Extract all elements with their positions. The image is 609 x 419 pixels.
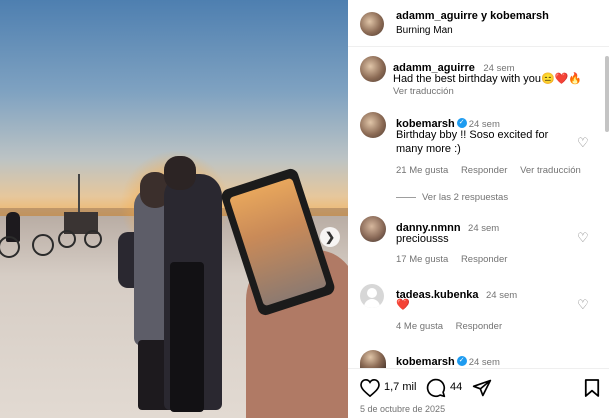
comment-reply-button[interactable]: Responder bbox=[461, 165, 507, 176]
default-avatar-icon[interactable] bbox=[360, 284, 384, 308]
bike-wheel bbox=[32, 234, 54, 256]
comment-actions: 17 Me gusta Responder bbox=[396, 254, 507, 265]
avatar[interactable] bbox=[360, 12, 384, 36]
caption-emojis: 😑❤️🔥 bbox=[540, 73, 583, 85]
view-replies-label[interactable]: Ver las 2 respuestas bbox=[422, 192, 508, 203]
comment-header: tadeas.kubenka 24 sem bbox=[396, 285, 517, 303]
view-replies[interactable]: Ver las 2 respuestas bbox=[396, 192, 508, 203]
person-right-legs bbox=[170, 262, 204, 412]
verified-badge-icon: ✓ bbox=[456, 117, 467, 128]
comment-text: preciousss bbox=[396, 233, 449, 245]
comment-likes[interactable]: 21 Me gusta bbox=[396, 165, 448, 176]
comment-count[interactable]: 44 bbox=[450, 381, 462, 393]
post-header: adamm_aguirre y kobemarsh Burning Man bbox=[348, 0, 609, 47]
divider-line bbox=[396, 196, 416, 198]
comment-time[interactable]: 24 sem bbox=[469, 357, 500, 368]
cart-wheel bbox=[84, 230, 102, 248]
next-image-button[interactable]: ❯ bbox=[320, 227, 340, 247]
flag-pole bbox=[78, 174, 80, 212]
comment-username[interactable]: kobemarsh bbox=[396, 356, 455, 368]
person-right-head bbox=[164, 156, 196, 190]
post-photo[interactable]: ❯ bbox=[0, 0, 348, 418]
caption-text: Had the best birthday with you😑❤️🔥 bbox=[393, 72, 582, 85]
comment-translate-link[interactable]: Ver traducción bbox=[520, 165, 581, 176]
heart-icon[interactable] bbox=[360, 379, 380, 397]
comment-time[interactable]: 24 sem bbox=[468, 223, 499, 234]
instagram-post-view: ❯ adamm_aguirre y kobemarsh Burning Man … bbox=[0, 0, 609, 418]
cart-wheel bbox=[58, 230, 76, 248]
comment-heart-emoji: ❤️ bbox=[396, 299, 410, 311]
comment-actions: 4 Me gusta Responder bbox=[396, 321, 502, 332]
comment-time[interactable]: 24 sem bbox=[486, 290, 517, 301]
post-footer: 1,7 mil 44 5 de octubre de 2025 bbox=[348, 368, 609, 419]
verified-badge-icon: ✓ bbox=[456, 355, 467, 366]
translate-link[interactable]: Ver traducción bbox=[393, 86, 454, 97]
comment-icon[interactable] bbox=[426, 378, 446, 398]
post-authors[interactable]: adamm_aguirre y kobemarsh bbox=[396, 10, 549, 22]
post-location[interactable]: Burning Man bbox=[396, 25, 453, 36]
comment-text-line1: Birthday bby !! Soso excited for bbox=[396, 129, 549, 141]
scrollbar[interactable] bbox=[605, 56, 609, 132]
comment-actions: 21 Me gusta Responder Ver traducción bbox=[396, 165, 581, 176]
like-comment-icon[interactable]: ♡ bbox=[577, 230, 589, 246]
bookmark-icon[interactable] bbox=[584, 378, 600, 398]
comment-reply-button[interactable]: Responder bbox=[456, 321, 502, 332]
comment-reply-button[interactable]: Responder bbox=[461, 254, 507, 265]
like-comment-icon[interactable]: ♡ bbox=[577, 135, 589, 151]
avatar[interactable] bbox=[360, 112, 386, 138]
avatar[interactable] bbox=[360, 350, 386, 368]
comment-likes[interactable]: 17 Me gusta bbox=[396, 254, 448, 265]
avatar[interactable] bbox=[360, 216, 386, 242]
comment-text-line2: many more :) bbox=[396, 143, 461, 155]
like-count[interactable]: 1,7 mil bbox=[384, 381, 416, 393]
caption-text-body: Had the best birthday with you bbox=[393, 73, 541, 85]
comments-panel: adamm_aguirre y kobemarsh Burning Man ad… bbox=[348, 0, 609, 418]
comment-likes[interactable]: 4 Me gusta bbox=[396, 321, 443, 332]
avatar[interactable] bbox=[360, 56, 386, 82]
post-date: 5 de octubre de 2025 bbox=[360, 404, 446, 414]
send-icon[interactable] bbox=[472, 378, 492, 398]
chevron-right-icon: ❯ bbox=[324, 230, 336, 244]
like-comment-icon[interactable]: ♡ bbox=[577, 297, 589, 313]
